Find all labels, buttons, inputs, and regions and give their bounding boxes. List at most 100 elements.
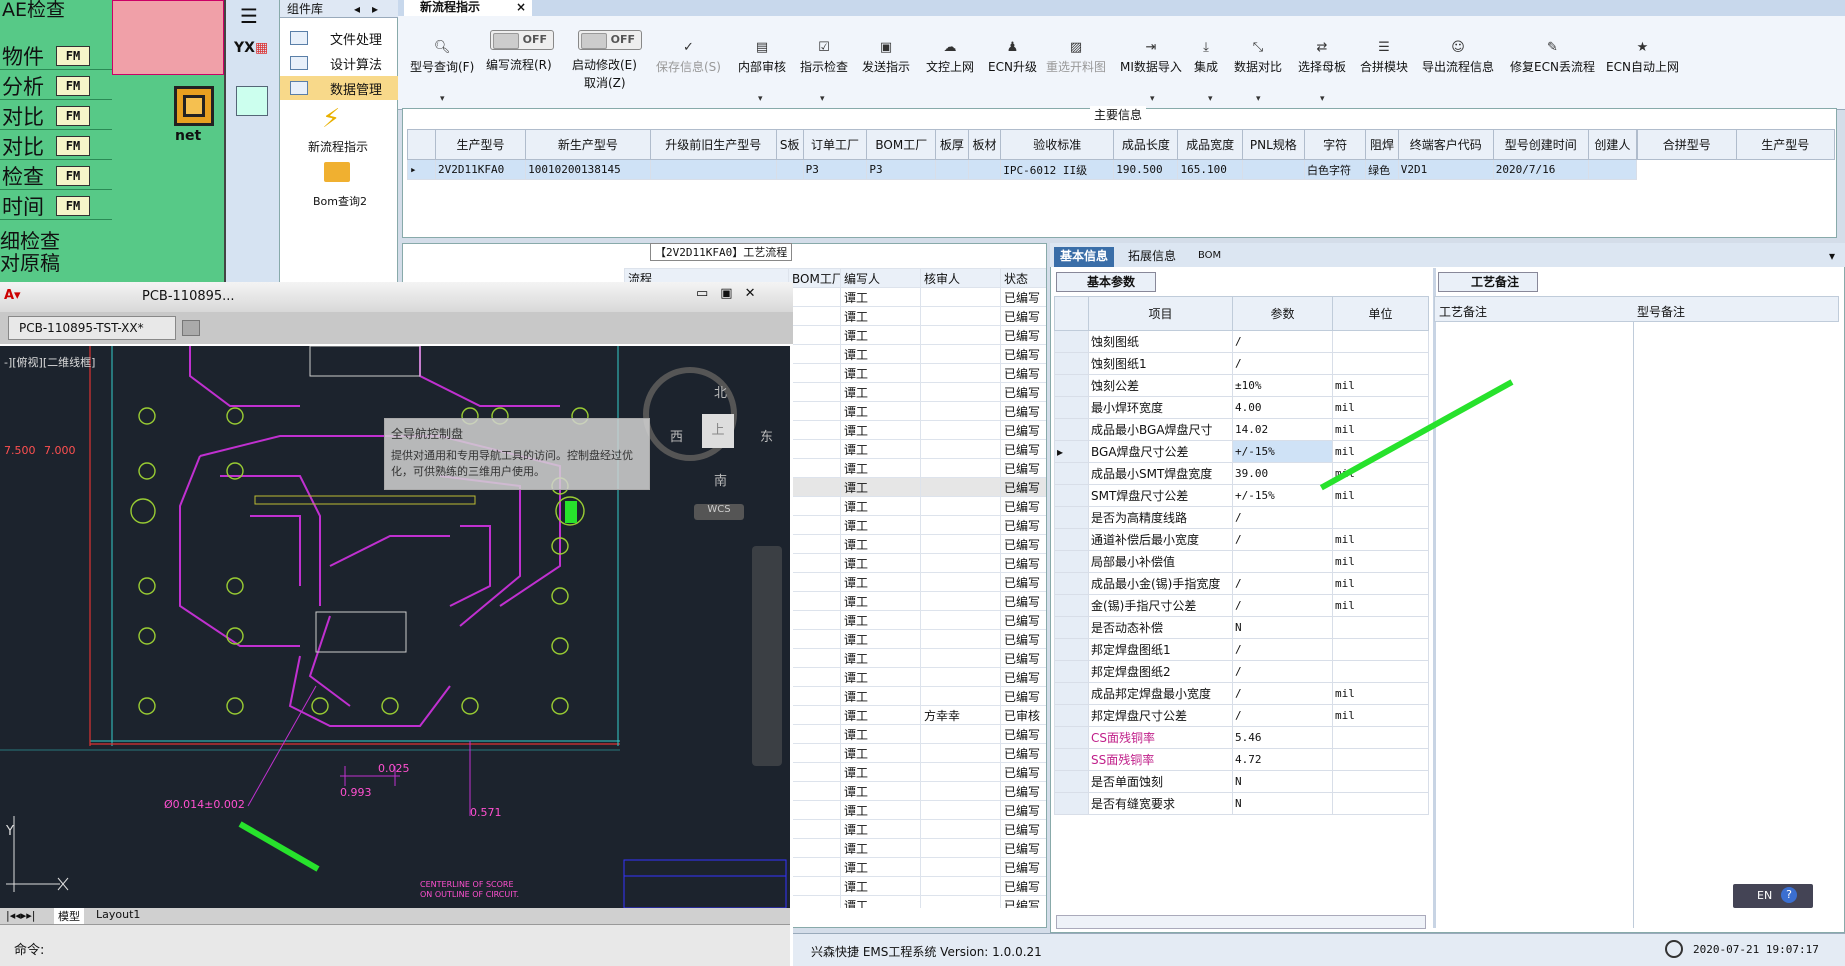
param-row[interactable]: 成品邦定焊盘最小宽度 / mil (1054, 682, 1429, 705)
tab-layout1[interactable]: Layout1 (92, 908, 144, 921)
main-col-header[interactable]: 生产型号 (434, 129, 527, 160)
internal-review-button[interactable]: ▤ 内部审核 (738, 40, 786, 75)
cad-doc-tab[interactable]: PCB-110895-TST-XX* (8, 316, 176, 340)
tab-basic-info[interactable]: 基本信息 (1054, 247, 1115, 267)
tab-process-remark[interactable]: 工艺备注 (1438, 272, 1538, 292)
compass-east[interactable]: 东 (760, 426, 773, 445)
main-col-header[interactable]: 成品长度 (1113, 129, 1179, 160)
fm-badge[interactable]: FM (56, 75, 90, 96)
doc-online-button[interactable]: ☁ 文控上网 (926, 40, 974, 75)
mi-import-button[interactable]: ⇥ MI数据导入 (1120, 40, 1182, 75)
param-row[interactable]: 成品最小BGA焊盘尺寸 14.02 mil (1054, 418, 1429, 441)
param-value[interactable]: 4.00 (1232, 396, 1333, 419)
component-item-data-management[interactable]: 数据管理 (280, 76, 398, 100)
main-col-header[interactable]: 升级前旧生产型号 (649, 129, 777, 160)
param-value[interactable]: N (1232, 792, 1333, 815)
param-value[interactable]: ±10% (1232, 374, 1333, 397)
main-cell[interactable]: 绿色 (1365, 159, 1399, 180)
tab-basic-params[interactable]: 基本参数 (1056, 272, 1156, 292)
param-row[interactable]: 金(锡)手指尺寸公差 / mil (1054, 594, 1429, 617)
close-icon[interactable]: × (516, 0, 526, 15)
param-row[interactable]: SS面残铜率 4.72 (1054, 748, 1429, 771)
param-value[interactable]: / (1232, 572, 1333, 595)
left-item[interactable]: 对比 FM (0, 102, 112, 130)
param-value[interactable]: / (1232, 594, 1333, 617)
nav-arrows-icon[interactable]: |◂◂▸▸| (6, 909, 36, 922)
main-col-header[interactable]: S板 (775, 129, 804, 160)
main-cell[interactable]: 10010200138145 (525, 159, 651, 180)
tab-model[interactable]: 模型 (54, 908, 84, 924)
ecn-upgrade-button[interactable]: ♟ ECN升级 (988, 40, 1037, 75)
param-row[interactable]: 是否有缝宽要求 N (1054, 792, 1429, 815)
main-col-header[interactable]: 字符 (1304, 129, 1367, 160)
main-col-header[interactable]: 型号创建时间 (1492, 129, 1589, 160)
viewcube-top[interactable]: 上 (702, 414, 734, 448)
param-value[interactable]: 39.00 (1232, 462, 1333, 485)
param-row[interactable]: 通道补偿后最小宽度 / mil (1054, 528, 1429, 551)
fm-badge[interactable]: FM (56, 195, 90, 216)
ecn-auto-online-button[interactable]: ★ ECN自动上网 (1606, 40, 1679, 75)
main-cell[interactable] (1241, 159, 1306, 180)
component-item-file-processing[interactable]: 文件处理 (280, 26, 398, 50)
cancel-button[interactable]: 取消(Z) (584, 74, 626, 91)
main-col-header[interactable]: BOM工厂 (866, 129, 937, 160)
cad-view-label[interactable]: -][俯视][二维线框] (4, 354, 95, 370)
param-row[interactable]: 邦定焊盘图纸1/ (1054, 638, 1429, 661)
main-col-header[interactable]: 订单工厂 (802, 129, 868, 160)
merge-module-button[interactable]: ☰ 合拼模块 (1360, 40, 1408, 75)
component-item-design-algorithm[interactable]: 设计算法 (280, 51, 398, 75)
param-row[interactable]: SMT焊盘尺寸公差 +/-15% mil (1054, 484, 1429, 507)
param-row[interactable]: 蚀刻图纸1/ (1054, 352, 1429, 375)
folder-icon[interactable] (324, 162, 350, 182)
main-col-header[interactable]: 阻焊 (1365, 129, 1399, 160)
param-value[interactable]: / (1232, 682, 1333, 705)
window-controls[interactable]: ▭▣✕ (696, 286, 767, 301)
command-line[interactable]: 命令: (0, 924, 790, 966)
param-value[interactable]: N (1232, 770, 1333, 793)
lang-badge[interactable]: EN? (1733, 884, 1813, 908)
reselect-drawing-button[interactable]: ▨ 重选开料图 (1046, 40, 1106, 75)
main-cell[interactable]: 2020/7/16 (1492, 159, 1589, 180)
left-item[interactable]: 检查 FM (0, 162, 112, 190)
param-row[interactable]: 局部最小补偿值 mil (1054, 550, 1429, 573)
bom-query-label[interactable]: Bom查询2 (313, 193, 367, 209)
left-item[interactable]: 分析 FM (0, 72, 112, 100)
fm-badge[interactable]: FM (56, 45, 90, 66)
main-col-header[interactable]: 终端客户代码 (1397, 129, 1494, 160)
param-row[interactable]: 邦定焊盘尺寸公差 / mil (1054, 704, 1429, 727)
main-cell[interactable]: IPC-6012 II级 (1000, 159, 1115, 180)
main-col-header[interactable]: 成品宽度 (1177, 129, 1243, 160)
param-value[interactable]: / (1232, 660, 1333, 683)
main-cell[interactable] (967, 159, 1002, 180)
param-value[interactable]: 14.02 (1232, 418, 1333, 441)
new-tab-icon[interactable] (182, 320, 200, 336)
main-cell[interactable] (775, 159, 804, 180)
main-col-header[interactable]: 板材 (967, 129, 1002, 160)
chevron-down-icon[interactable]: ▾ (1823, 247, 1841, 267)
param-value[interactable]: 4.72 (1232, 748, 1333, 771)
wcs-button[interactable]: WCS (694, 504, 744, 520)
main-cell[interactable] (935, 159, 969, 180)
save-info-button[interactable]: ✓ 保存信息(S) (656, 40, 721, 75)
param-row[interactable]: 成品最小金(锡)手指宽度 / mil (1054, 572, 1429, 595)
left-item[interactable]: 时间 FM (0, 192, 112, 220)
model-query-button[interactable]: 🔍︎ 型号查询(F) (410, 40, 474, 75)
params-scrollbar[interactable] (1056, 915, 1426, 929)
splitter[interactable] (1433, 268, 1436, 928)
main-col-header[interactable]: 新生产型号 (525, 129, 651, 160)
fm-badge[interactable]: FM (56, 165, 90, 186)
main-col-header[interactable]: 板厚 (935, 129, 969, 160)
main-cell[interactable] (1587, 159, 1638, 180)
fm-badge[interactable]: FM (56, 135, 90, 156)
param-value[interactable]: +/-15% (1232, 440, 1333, 463)
compass-west[interactable]: 西 (670, 426, 683, 445)
send-instruction-button[interactable]: ▣ 发送指示 (862, 40, 910, 75)
param-row[interactable]: 是否单面蚀刻 N (1054, 770, 1429, 793)
param-value[interactable]: 5.46 (1232, 726, 1333, 749)
tab-extended-info[interactable]: 拓展信息 (1122, 247, 1182, 267)
param-row[interactable]: 是否动态补偿 N (1054, 616, 1429, 639)
left-item[interactable]: 物件 FM (0, 42, 112, 70)
main-cell[interactable]: P3 (866, 159, 937, 180)
lightning-icon[interactable]: ⚡ (322, 104, 340, 134)
tab-bom[interactable]: BOM (1192, 247, 1227, 267)
